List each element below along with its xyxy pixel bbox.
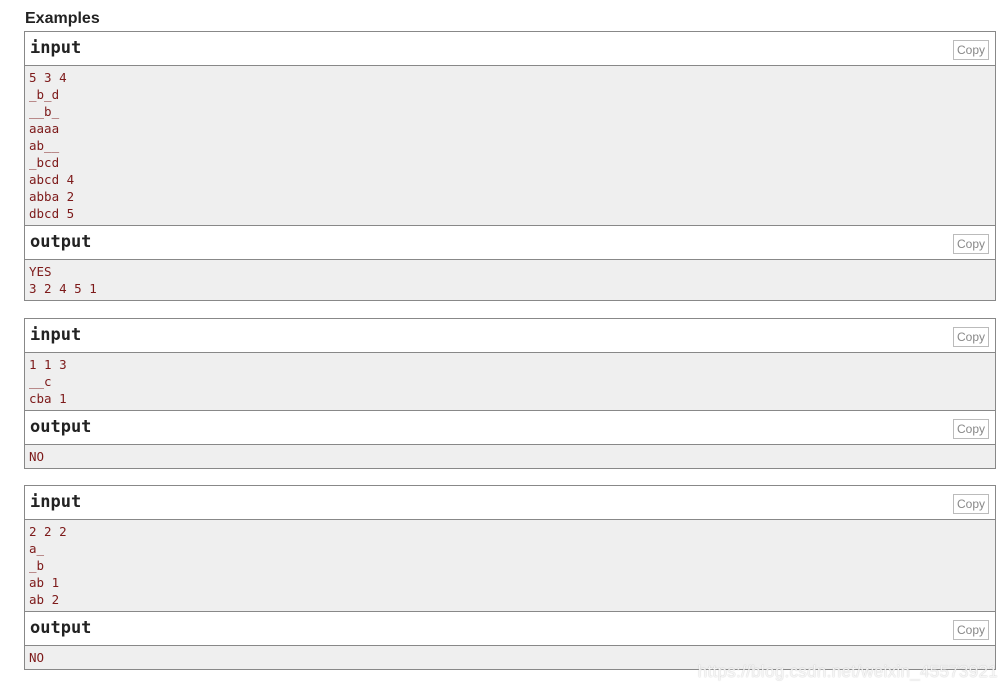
input-content: 1 1 3 __ccba 1 — [25, 353, 995, 411]
input-title: input — [30, 492, 82, 512]
output-line: NO — [29, 449, 45, 464]
copy-input-button[interactable]: Copy — [952, 327, 989, 347]
input-line: ab 2 — [29, 592, 60, 607]
input-title: input — [30, 38, 82, 58]
input-header: input Copy — [25, 32, 995, 66]
input-line: aaaa — [29, 121, 60, 136]
input-line: 1 1 3 — [29, 357, 67, 372]
output-content: YES 3 2 4 5 1 — [25, 260, 995, 300]
input-title: input — [30, 325, 82, 345]
input-line: 5 3 4 — [29, 70, 67, 85]
input-line: cba 1 — [29, 391, 67, 406]
copy-input-button[interactable]: Copy — [952, 40, 989, 60]
output-line: 3 2 4 5 1 — [29, 281, 97, 296]
input-header: input Copy — [25, 486, 995, 520]
output-content: NO — [25, 445, 995, 468]
input-line: _b — [29, 558, 45, 573]
input-content: 5 3 4 _b_d __b_aaaa ab__ _bcdabcd 4 abba 2 dbc… — [25, 66, 995, 226]
input-line: abba 2 — [29, 189, 75, 204]
input-content: 2 2 2 a_ _bab 1 ab 2 — [25, 520, 995, 612]
output-header: output Copy — [25, 226, 995, 260]
input-line: abcd 4 — [29, 172, 75, 187]
input-line: 2 2 2 — [29, 524, 67, 539]
input-line: _b_d — [29, 87, 60, 102]
example-test-1: input Copy 5 3 4 _b_d __b_aaaa ab__ _bcdabcd 4… — [24, 31, 996, 301]
input-line: ab__ — [29, 138, 60, 153]
copy-output-button[interactable]: Copy — [952, 419, 989, 439]
example-test-3: input Copy 2 2 2 a_ _b ab 1 ab 2 output Copy NO — [24, 485, 996, 670]
section-title: Examples — [25, 10, 100, 27]
copy-input-button[interactable]: Copy — [952, 494, 989, 514]
output-header: output Copy — [25, 411, 995, 445]
watermark: https://blog.csdn.net/weixin_45573921 — [697, 662, 998, 681]
input-line: _bcd — [29, 155, 60, 170]
example-test-2: input Copy 1 1 3 __ccba 1 output Copy NO — [24, 318, 996, 469]
output-header: output Copy — [25, 612, 995, 646]
output-title: output — [30, 417, 92, 437]
output-title: output — [30, 618, 92, 638]
output-title: output — [30, 232, 92, 252]
input-line: a_ — [29, 541, 45, 556]
output-line: YES — [29, 264, 52, 279]
copy-output-button[interactable]: Copy — [952, 234, 989, 254]
input-line: __b_ — [29, 104, 60, 119]
input-line: ab 1 — [29, 575, 60, 590]
copy-output-button[interactable]: Copy — [952, 620, 989, 640]
input-line: dbcd 5 — [29, 206, 75, 221]
input-line: __c — [29, 374, 52, 389]
input-header: input Copy — [25, 319, 995, 353]
